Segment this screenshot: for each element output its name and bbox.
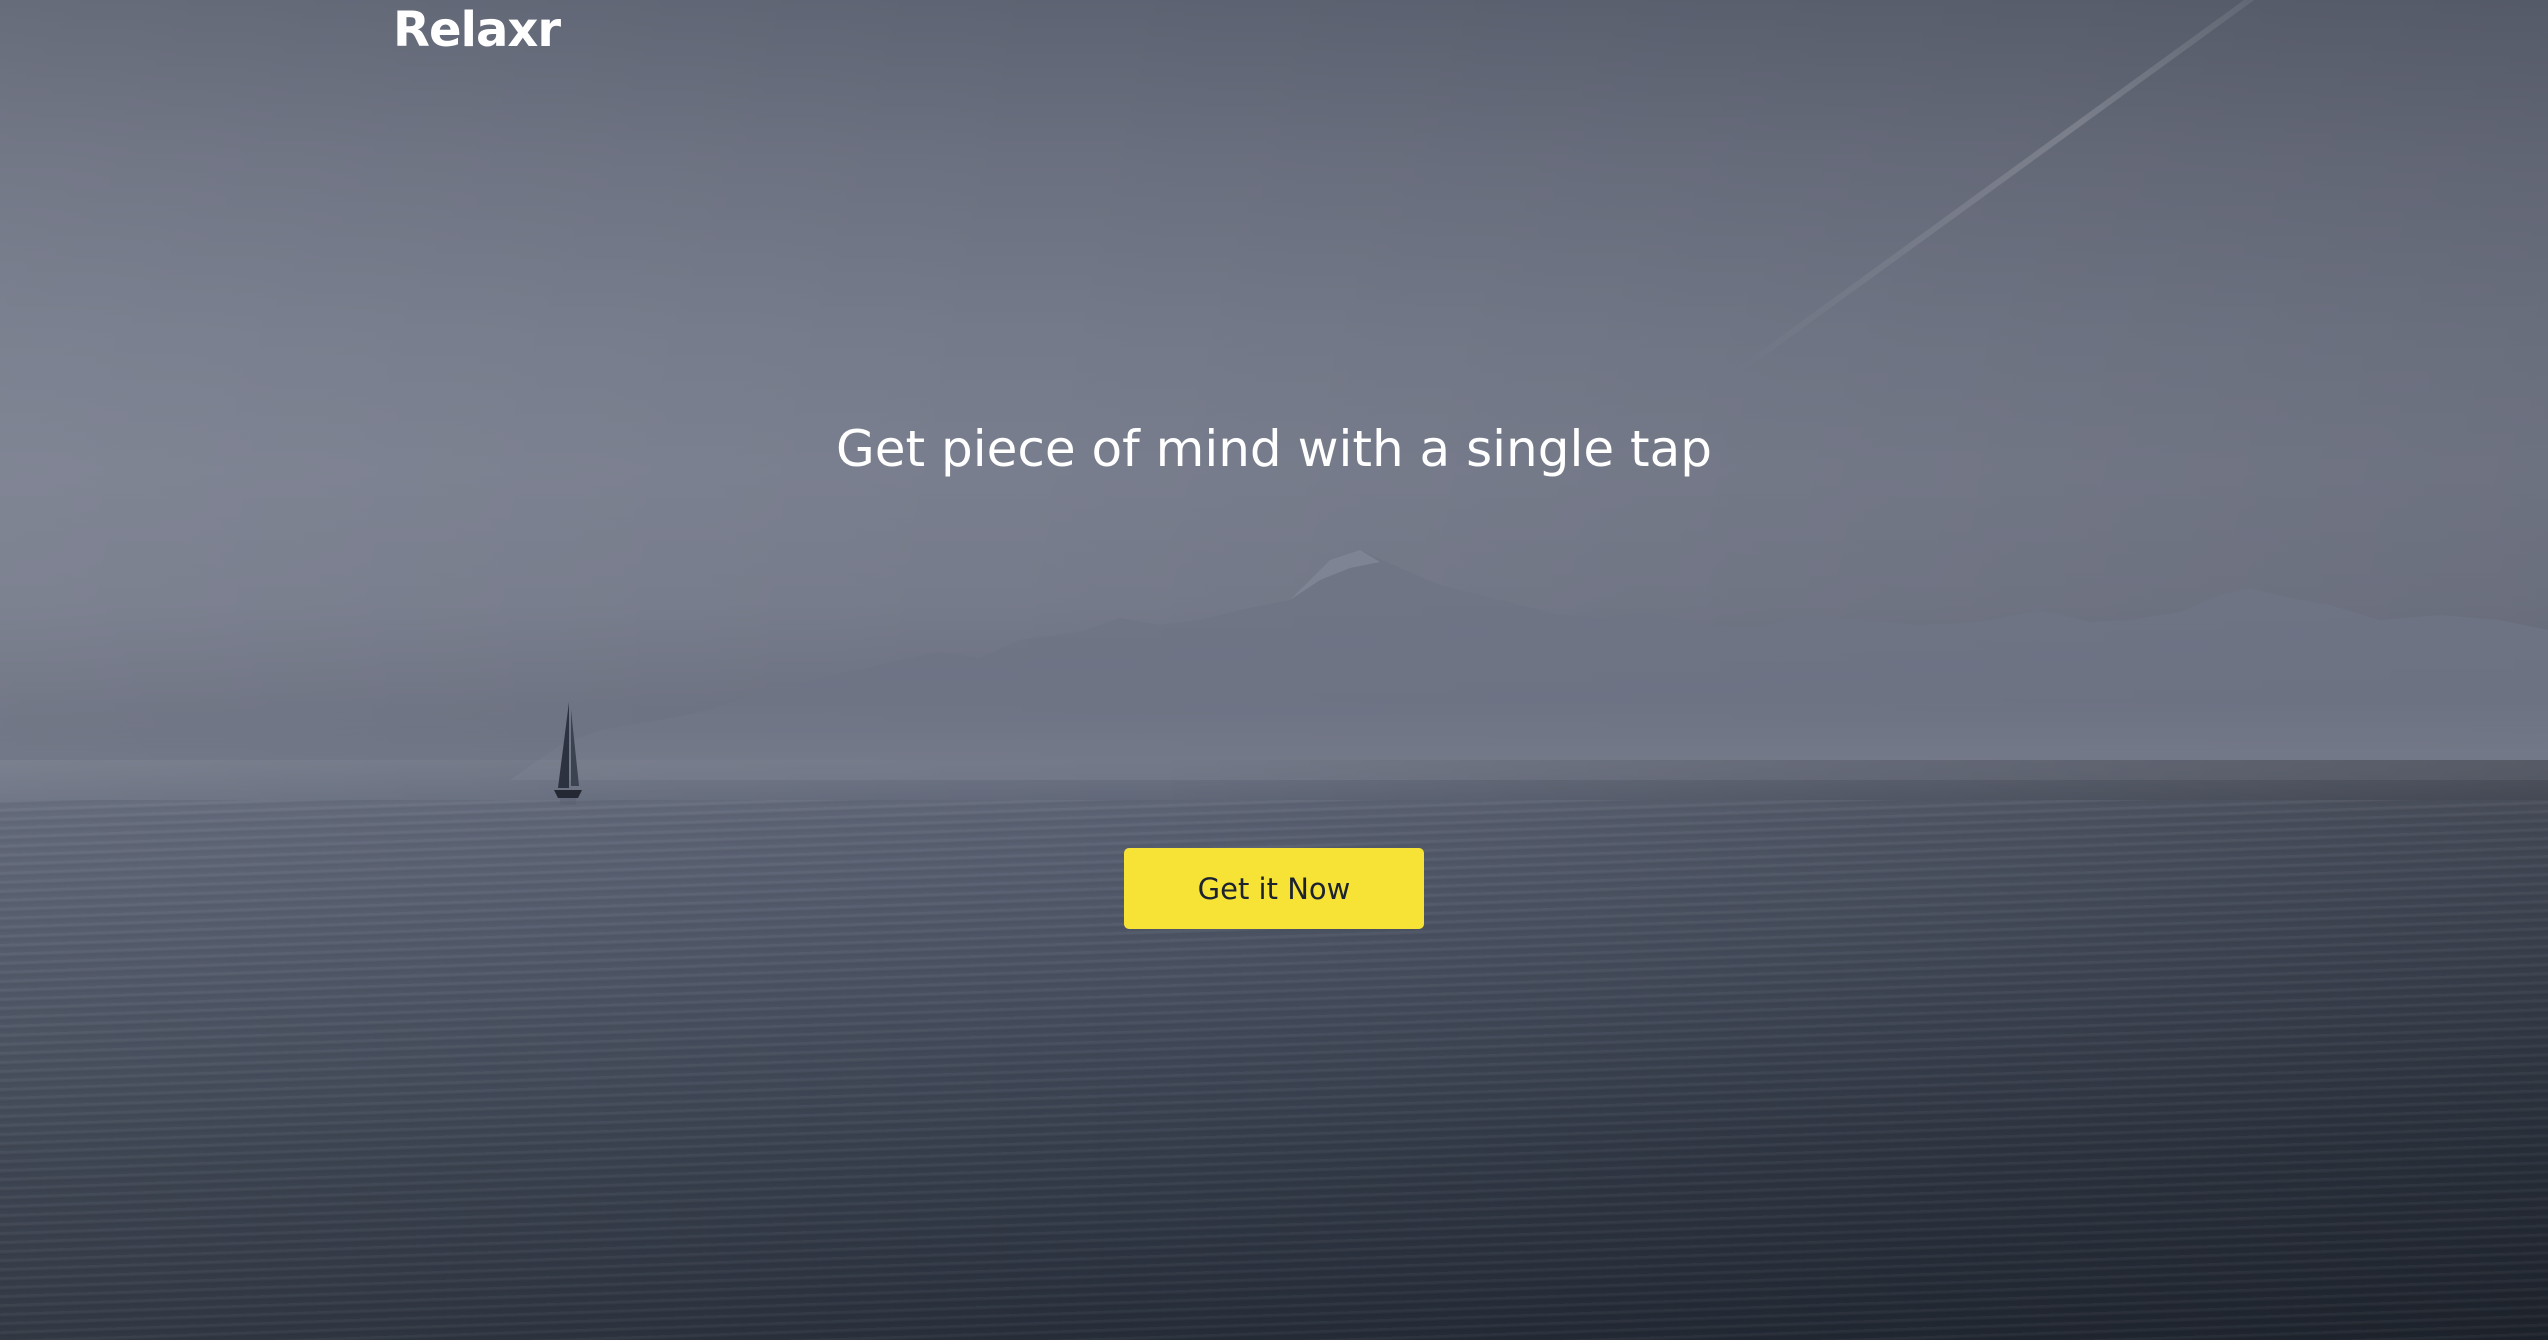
hero-headline: Get piece of mind with a single tap bbox=[836, 420, 1712, 478]
sailboat-icon bbox=[554, 702, 582, 805]
brand-logo[interactable]: Relaxr bbox=[393, 2, 561, 58]
get-it-now-button[interactable]: Get it Now bbox=[1124, 848, 1424, 929]
hero-section: Relaxr Get piece of mind with a single t… bbox=[0, 0, 2548, 1340]
